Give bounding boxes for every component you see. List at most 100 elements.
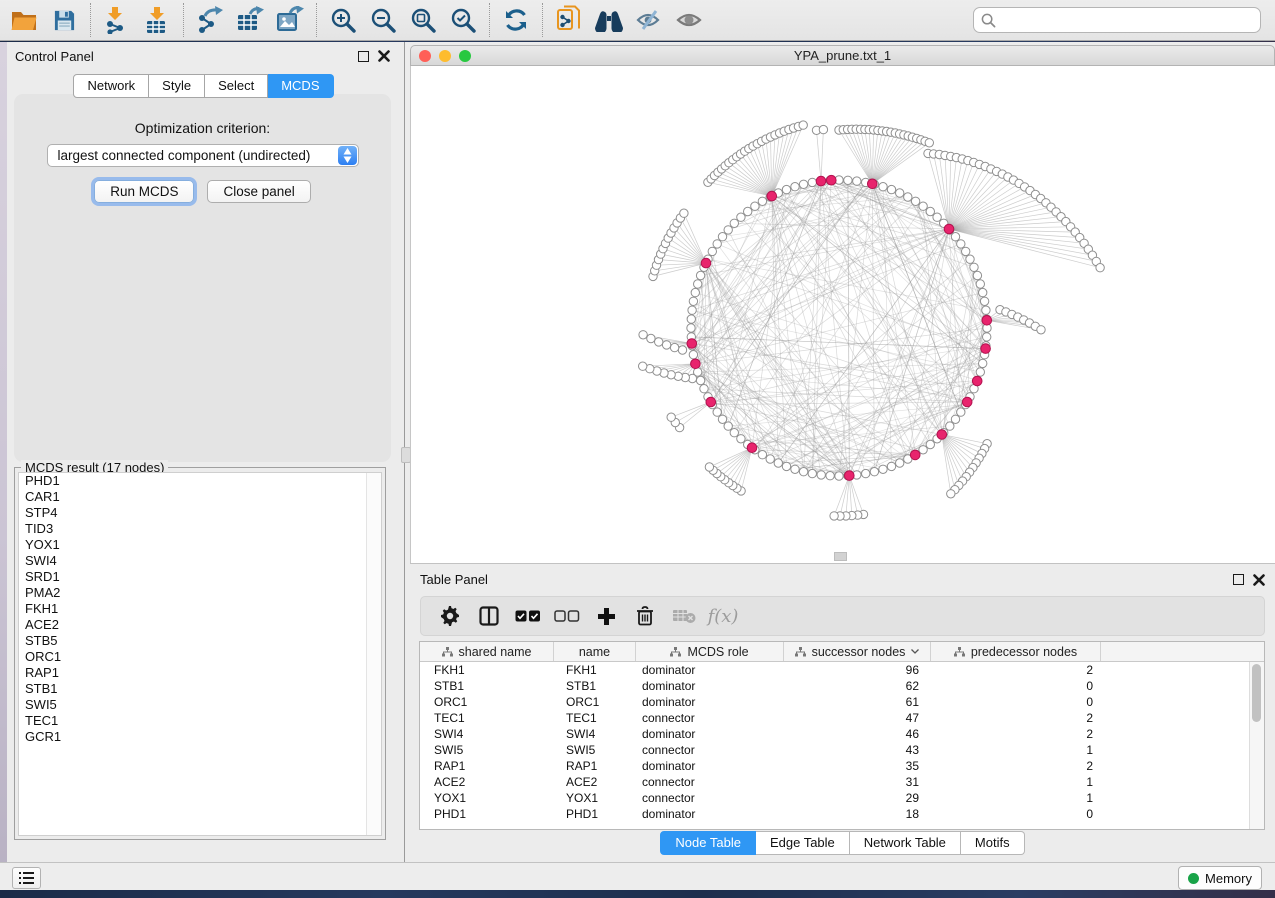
table-cell: dominator xyxy=(636,695,784,709)
table-row[interactable]: STB1STB1dominator620 xyxy=(420,678,1264,694)
delete-table-button[interactable] xyxy=(669,601,699,631)
network-from-selection-icon xyxy=(556,5,582,35)
mcds-result-item[interactable]: TEC1 xyxy=(19,713,381,729)
show-all-button[interactable] xyxy=(669,3,709,37)
function-builder-button[interactable]: f(x) xyxy=(708,601,738,631)
mcds-result-item[interactable]: PMA2 xyxy=(19,585,381,601)
network-titlebar[interactable]: YPA_prune.txt_1 xyxy=(410,45,1275,66)
search-box[interactable] xyxy=(973,7,1261,33)
table-row[interactable]: TEC1TEC1connector472 xyxy=(420,710,1264,726)
network-canvas[interactable] xyxy=(410,66,1275,563)
zoom-fit-button[interactable] xyxy=(403,3,443,37)
table-row[interactable]: ACE2ACE2connector311 xyxy=(420,774,1264,790)
mcds-result-item[interactable]: TID3 xyxy=(19,521,381,537)
export-network-button[interactable] xyxy=(190,3,230,37)
eye-icon xyxy=(675,8,703,32)
mcds-result-item[interactable]: RAP1 xyxy=(19,665,381,681)
table-scrollbar-thumb[interactable] xyxy=(1252,664,1261,722)
tab-network-table[interactable]: Network Table xyxy=(850,831,961,855)
zoom-in-button[interactable] xyxy=(323,3,363,37)
save-session-button[interactable] xyxy=(44,3,84,37)
refresh-view-button[interactable] xyxy=(496,3,536,37)
search-input[interactable] xyxy=(1001,12,1253,29)
tab-motifs[interactable]: Motifs xyxy=(961,831,1025,855)
column-header-predecessor-nodes[interactable]: predecessor nodes xyxy=(931,642,1101,661)
mcds-result-item[interactable]: ACE2 xyxy=(19,617,381,633)
select-all-rows-button[interactable] xyxy=(513,601,543,631)
network-from-selection-button[interactable] xyxy=(549,3,589,37)
tab-style[interactable]: Style xyxy=(149,74,205,98)
criterion-dropdown-value: largest connected component (undirected) xyxy=(48,148,311,163)
deselect-all-rows-button[interactable] xyxy=(552,601,582,631)
attribute-icon xyxy=(954,647,965,657)
close-table-panel-icon[interactable] xyxy=(1253,574,1265,586)
column-header-successor-nodes[interactable]: successor nodes xyxy=(784,642,931,661)
close-panel-icon[interactable] xyxy=(378,50,390,62)
mcds-result-item[interactable]: SWI4 xyxy=(19,553,381,569)
open-file-button[interactable] xyxy=(4,3,44,37)
float-panel-icon[interactable] xyxy=(358,51,369,62)
table-row[interactable]: SWI5SWI5connector431 xyxy=(420,742,1264,758)
table-cell: 2 xyxy=(931,727,1101,741)
column-header-shared-name[interactable]: shared name xyxy=(420,642,554,661)
run-mcds-button[interactable]: Run MCDS xyxy=(94,180,194,203)
table-row[interactable]: PHD1PHD1dominator180 xyxy=(420,806,1264,822)
mcds-result-item[interactable]: CAR1 xyxy=(19,489,381,505)
attribute-icon xyxy=(442,647,453,657)
main-toolbar xyxy=(0,0,1275,41)
table-row[interactable]: RAP1RAP1dominator352 xyxy=(420,758,1264,774)
table-scrollbar[interactable] xyxy=(1249,662,1264,829)
node-table-body: FKH1FKH1dominator962STB1STB1dominator620… xyxy=(420,662,1264,822)
table-cell: 18 xyxy=(784,807,931,821)
tab-edge-table[interactable]: Edge Table xyxy=(756,831,850,855)
network-graph[interactable] xyxy=(411,66,1275,563)
tab-network[interactable]: Network xyxy=(73,74,149,98)
export-table-button[interactable] xyxy=(230,3,270,37)
table-toolbar: f(x) xyxy=(420,596,1265,636)
mcds-result-item[interactable]: ORC1 xyxy=(19,649,381,665)
node-table[interactable]: shared name name MCDS role xyxy=(419,641,1265,830)
criterion-dropdown[interactable]: largest connected component (undirected) xyxy=(47,144,359,167)
zoom-out-button[interactable] xyxy=(363,3,403,37)
mcds-result-item[interactable]: FKH1 xyxy=(19,601,381,617)
mcds-result-item[interactable]: PHD1 xyxy=(19,473,381,489)
table-row[interactable]: SWI4SWI4dominator462 xyxy=(420,726,1264,742)
table-cell: YOX1 xyxy=(420,791,554,805)
mcds-result-item[interactable]: STB5 xyxy=(19,633,381,649)
float-table-panel-icon[interactable] xyxy=(1233,574,1244,585)
import-table-button[interactable] xyxy=(137,3,177,37)
table-row[interactable]: FKH1FKH1dominator962 xyxy=(420,662,1264,678)
add-column-button[interactable] xyxy=(591,601,621,631)
close-panel-button[interactable]: Close panel xyxy=(207,180,310,203)
column-header-name[interactable]: name xyxy=(554,642,636,661)
table-cell: connector xyxy=(636,711,784,725)
mcds-result-item[interactable]: YOX1 xyxy=(19,537,381,553)
tab-select[interactable]: Select xyxy=(205,74,268,98)
mcds-result-item[interactable]: STP4 xyxy=(19,505,381,521)
table-row[interactable]: ORC1ORC1dominator610 xyxy=(420,694,1264,710)
tab-node-table[interactable]: Node Table xyxy=(660,831,756,855)
table-row[interactable]: YOX1YOX1connector291 xyxy=(420,790,1264,806)
table-cell: connector xyxy=(636,775,784,789)
import-network-button[interactable] xyxy=(97,3,137,37)
panel-splitter[interactable] xyxy=(400,42,410,862)
mcds-result-list[interactable]: PHD1CAR1STP4TID3YOX1SWI4SRD1PMA2FKH1ACE2… xyxy=(18,472,382,836)
canvas-splitter-handle[interactable] xyxy=(834,552,847,561)
mcds-result-item[interactable]: SWI5 xyxy=(19,697,381,713)
mcds-result-item[interactable]: GCR1 xyxy=(19,729,381,745)
column-layout-button[interactable] xyxy=(474,601,504,631)
tab-mcds[interactable]: MCDS xyxy=(268,74,333,98)
table-settings-button[interactable] xyxy=(435,601,465,631)
zoom-selected-button[interactable] xyxy=(443,3,483,37)
mcds-result-scrollbar[interactable] xyxy=(366,473,381,835)
delete-column-button[interactable] xyxy=(630,601,660,631)
mcds-result-item[interactable]: STB1 xyxy=(19,681,381,697)
column-header-mcds-role[interactable]: MCDS role xyxy=(636,642,784,661)
first-neighbors-button[interactable] xyxy=(589,3,629,37)
memory-button[interactable]: Memory xyxy=(1178,866,1262,890)
binoculars-icon xyxy=(594,8,624,32)
export-image-button[interactable] xyxy=(270,3,310,37)
hide-selected-button[interactable] xyxy=(629,3,669,37)
mcds-result-item[interactable]: SRD1 xyxy=(19,569,381,585)
task-history-button[interactable] xyxy=(12,867,41,889)
